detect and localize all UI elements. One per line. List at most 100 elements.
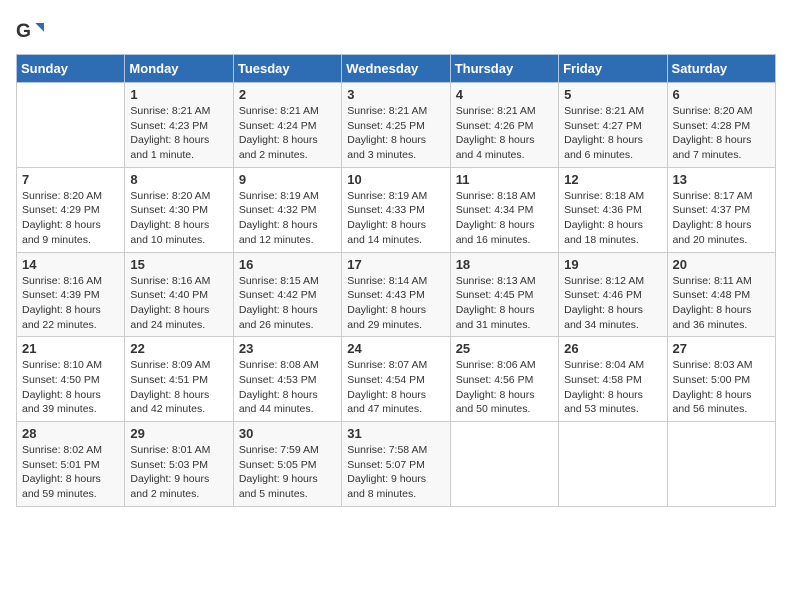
day-cell xyxy=(17,83,125,168)
day-number: 29 xyxy=(130,426,227,441)
day-cell: 19 Sunrise: 8:12 AMSunset: 4:46 PMDaylig… xyxy=(559,252,667,337)
day-number: 13 xyxy=(673,172,770,187)
week-row-4: 21 Sunrise: 8:10 AMSunset: 4:50 PMDaylig… xyxy=(17,337,776,422)
day-cell: 29 Sunrise: 8:01 AMSunset: 5:03 PMDaylig… xyxy=(125,422,233,507)
day-info: Sunrise: 8:14 AMSunset: 4:43 PMDaylight:… xyxy=(347,274,444,333)
day-info: Sunrise: 7:58 AMSunset: 5:07 PMDaylight:… xyxy=(347,443,444,502)
day-number: 3 xyxy=(347,87,444,102)
logo-icon: G xyxy=(16,16,44,44)
day-cell: 5 Sunrise: 8:21 AMSunset: 4:27 PMDayligh… xyxy=(559,83,667,168)
day-number: 27 xyxy=(673,341,770,356)
day-info: Sunrise: 8:04 AMSunset: 4:58 PMDaylight:… xyxy=(564,358,661,417)
day-number: 19 xyxy=(564,257,661,272)
day-cell: 14 Sunrise: 8:16 AMSunset: 4:39 PMDaylig… xyxy=(17,252,125,337)
day-cell: 31 Sunrise: 7:58 AMSunset: 5:07 PMDaylig… xyxy=(342,422,450,507)
week-row-3: 14 Sunrise: 8:16 AMSunset: 4:39 PMDaylig… xyxy=(17,252,776,337)
day-info: Sunrise: 8:06 AMSunset: 4:56 PMDaylight:… xyxy=(456,358,553,417)
day-cell: 12 Sunrise: 8:18 AMSunset: 4:36 PMDaylig… xyxy=(559,167,667,252)
day-cell: 4 Sunrise: 8:21 AMSunset: 4:26 PMDayligh… xyxy=(450,83,558,168)
day-info: Sunrise: 8:03 AMSunset: 5:00 PMDaylight:… xyxy=(673,358,770,417)
day-info: Sunrise: 8:07 AMSunset: 4:54 PMDaylight:… xyxy=(347,358,444,417)
day-cell: 26 Sunrise: 8:04 AMSunset: 4:58 PMDaylig… xyxy=(559,337,667,422)
day-cell: 8 Sunrise: 8:20 AMSunset: 4:30 PMDayligh… xyxy=(125,167,233,252)
day-cell: 22 Sunrise: 8:09 AMSunset: 4:51 PMDaylig… xyxy=(125,337,233,422)
day-info: Sunrise: 8:15 AMSunset: 4:42 PMDaylight:… xyxy=(239,274,336,333)
day-number: 10 xyxy=(347,172,444,187)
day-number: 5 xyxy=(564,87,661,102)
day-cell: 1 Sunrise: 8:21 AMSunset: 4:23 PMDayligh… xyxy=(125,83,233,168)
day-number: 11 xyxy=(456,172,553,187)
day-info: Sunrise: 8:20 AMSunset: 4:28 PMDaylight:… xyxy=(673,104,770,163)
logo: G xyxy=(16,16,48,44)
day-number: 20 xyxy=(673,257,770,272)
svg-text:G: G xyxy=(16,21,31,42)
day-cell: 21 Sunrise: 8:10 AMSunset: 4:50 PMDaylig… xyxy=(17,337,125,422)
day-info: Sunrise: 8:13 AMSunset: 4:45 PMDaylight:… xyxy=(456,274,553,333)
day-cell: 18 Sunrise: 8:13 AMSunset: 4:45 PMDaylig… xyxy=(450,252,558,337)
day-info: Sunrise: 8:08 AMSunset: 4:53 PMDaylight:… xyxy=(239,358,336,417)
day-number: 28 xyxy=(22,426,119,441)
day-cell: 2 Sunrise: 8:21 AMSunset: 4:24 PMDayligh… xyxy=(233,83,341,168)
weekday-header-wednesday: Wednesday xyxy=(342,55,450,83)
weekday-header-sunday: Sunday xyxy=(17,55,125,83)
day-number: 17 xyxy=(347,257,444,272)
day-number: 7 xyxy=(22,172,119,187)
day-info: Sunrise: 8:17 AMSunset: 4:37 PMDaylight:… xyxy=(673,189,770,248)
day-number: 23 xyxy=(239,341,336,356)
day-number: 14 xyxy=(22,257,119,272)
weekday-header-thursday: Thursday xyxy=(450,55,558,83)
day-info: Sunrise: 8:20 AMSunset: 4:29 PMDaylight:… xyxy=(22,189,119,248)
weekday-header-row: SundayMondayTuesdayWednesdayThursdayFrid… xyxy=(17,55,776,83)
day-number: 30 xyxy=(239,426,336,441)
day-number: 25 xyxy=(456,341,553,356)
day-number: 4 xyxy=(456,87,553,102)
day-number: 21 xyxy=(22,341,119,356)
day-number: 15 xyxy=(130,257,227,272)
day-cell: 17 Sunrise: 8:14 AMSunset: 4:43 PMDaylig… xyxy=(342,252,450,337)
weekday-header-tuesday: Tuesday xyxy=(233,55,341,83)
day-info: Sunrise: 8:16 AMSunset: 4:40 PMDaylight:… xyxy=(130,274,227,333)
header: G xyxy=(16,16,776,44)
day-number: 12 xyxy=(564,172,661,187)
day-cell xyxy=(559,422,667,507)
day-number: 1 xyxy=(130,87,227,102)
day-info: Sunrise: 8:21 AMSunset: 4:24 PMDaylight:… xyxy=(239,104,336,163)
day-info: Sunrise: 8:16 AMSunset: 4:39 PMDaylight:… xyxy=(22,274,119,333)
weekday-header-monday: Monday xyxy=(125,55,233,83)
day-cell: 13 Sunrise: 8:17 AMSunset: 4:37 PMDaylig… xyxy=(667,167,775,252)
day-info: Sunrise: 8:18 AMSunset: 4:34 PMDaylight:… xyxy=(456,189,553,248)
day-cell: 24 Sunrise: 8:07 AMSunset: 4:54 PMDaylig… xyxy=(342,337,450,422)
day-info: Sunrise: 7:59 AMSunset: 5:05 PMDaylight:… xyxy=(239,443,336,502)
day-info: Sunrise: 8:09 AMSunset: 4:51 PMDaylight:… xyxy=(130,358,227,417)
week-row-2: 7 Sunrise: 8:20 AMSunset: 4:29 PMDayligh… xyxy=(17,167,776,252)
day-cell: 10 Sunrise: 8:19 AMSunset: 4:33 PMDaylig… xyxy=(342,167,450,252)
day-cell xyxy=(667,422,775,507)
day-cell: 6 Sunrise: 8:20 AMSunset: 4:28 PMDayligh… xyxy=(667,83,775,168)
day-cell: 20 Sunrise: 8:11 AMSunset: 4:48 PMDaylig… xyxy=(667,252,775,337)
week-row-5: 28 Sunrise: 8:02 AMSunset: 5:01 PMDaylig… xyxy=(17,422,776,507)
day-cell: 3 Sunrise: 8:21 AMSunset: 4:25 PMDayligh… xyxy=(342,83,450,168)
day-info: Sunrise: 8:20 AMSunset: 4:30 PMDaylight:… xyxy=(130,189,227,248)
day-number: 18 xyxy=(456,257,553,272)
day-number: 16 xyxy=(239,257,336,272)
day-info: Sunrise: 8:11 AMSunset: 4:48 PMDaylight:… xyxy=(673,274,770,333)
calendar-table: SundayMondayTuesdayWednesdayThursdayFrid… xyxy=(16,54,776,507)
day-number: 6 xyxy=(673,87,770,102)
day-number: 22 xyxy=(130,341,227,356)
day-info: Sunrise: 8:12 AMSunset: 4:46 PMDaylight:… xyxy=(564,274,661,333)
day-info: Sunrise: 8:19 AMSunset: 4:33 PMDaylight:… xyxy=(347,189,444,248)
weekday-header-saturday: Saturday xyxy=(667,55,775,83)
day-info: Sunrise: 8:10 AMSunset: 4:50 PMDaylight:… xyxy=(22,358,119,417)
day-info: Sunrise: 8:21 AMSunset: 4:23 PMDaylight:… xyxy=(130,104,227,163)
day-cell: 16 Sunrise: 8:15 AMSunset: 4:42 PMDaylig… xyxy=(233,252,341,337)
day-info: Sunrise: 8:01 AMSunset: 5:03 PMDaylight:… xyxy=(130,443,227,502)
day-cell: 15 Sunrise: 8:16 AMSunset: 4:40 PMDaylig… xyxy=(125,252,233,337)
day-cell: 11 Sunrise: 8:18 AMSunset: 4:34 PMDaylig… xyxy=(450,167,558,252)
day-info: Sunrise: 8:02 AMSunset: 5:01 PMDaylight:… xyxy=(22,443,119,502)
day-number: 24 xyxy=(347,341,444,356)
day-cell: 30 Sunrise: 7:59 AMSunset: 5:05 PMDaylig… xyxy=(233,422,341,507)
day-cell: 23 Sunrise: 8:08 AMSunset: 4:53 PMDaylig… xyxy=(233,337,341,422)
day-info: Sunrise: 8:21 AMSunset: 4:26 PMDaylight:… xyxy=(456,104,553,163)
day-info: Sunrise: 8:19 AMSunset: 4:32 PMDaylight:… xyxy=(239,189,336,248)
weekday-header-friday: Friday xyxy=(559,55,667,83)
